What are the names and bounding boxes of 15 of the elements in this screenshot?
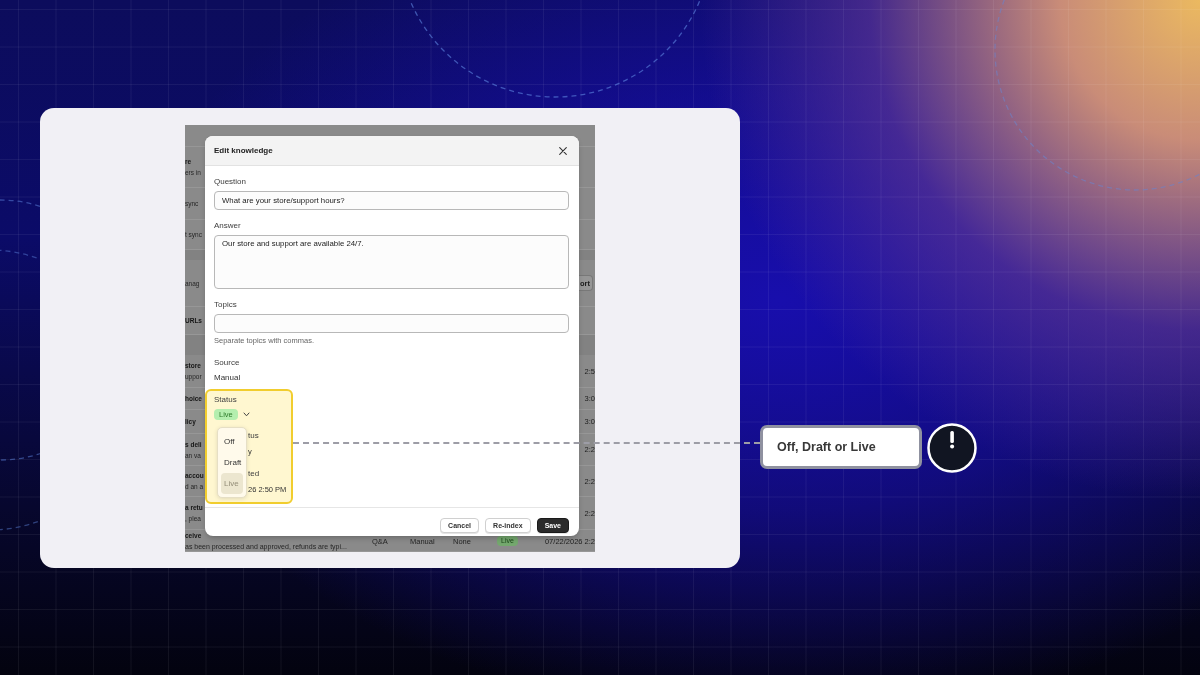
field-value: Manual xyxy=(214,372,241,384)
field-label: ted xyxy=(248,468,260,480)
field-label: Topics xyxy=(214,299,237,311)
menu-option[interactable]: Draft xyxy=(221,452,243,473)
menu-option[interactable]: Off xyxy=(221,431,243,452)
dialog-title: Edit knowledge xyxy=(214,146,273,155)
field-label: Question xyxy=(214,176,247,188)
field-label: Status xyxy=(214,394,237,406)
callout-label: Off, Draft or Live xyxy=(760,425,922,469)
field-label: Answer xyxy=(214,220,241,232)
alert-icon xyxy=(927,423,977,473)
text-input[interactable] xyxy=(214,314,569,333)
field-label: Source xyxy=(214,357,240,369)
chevron-icon[interactable] xyxy=(242,412,250,417)
field-label: tus xyxy=(248,430,259,442)
